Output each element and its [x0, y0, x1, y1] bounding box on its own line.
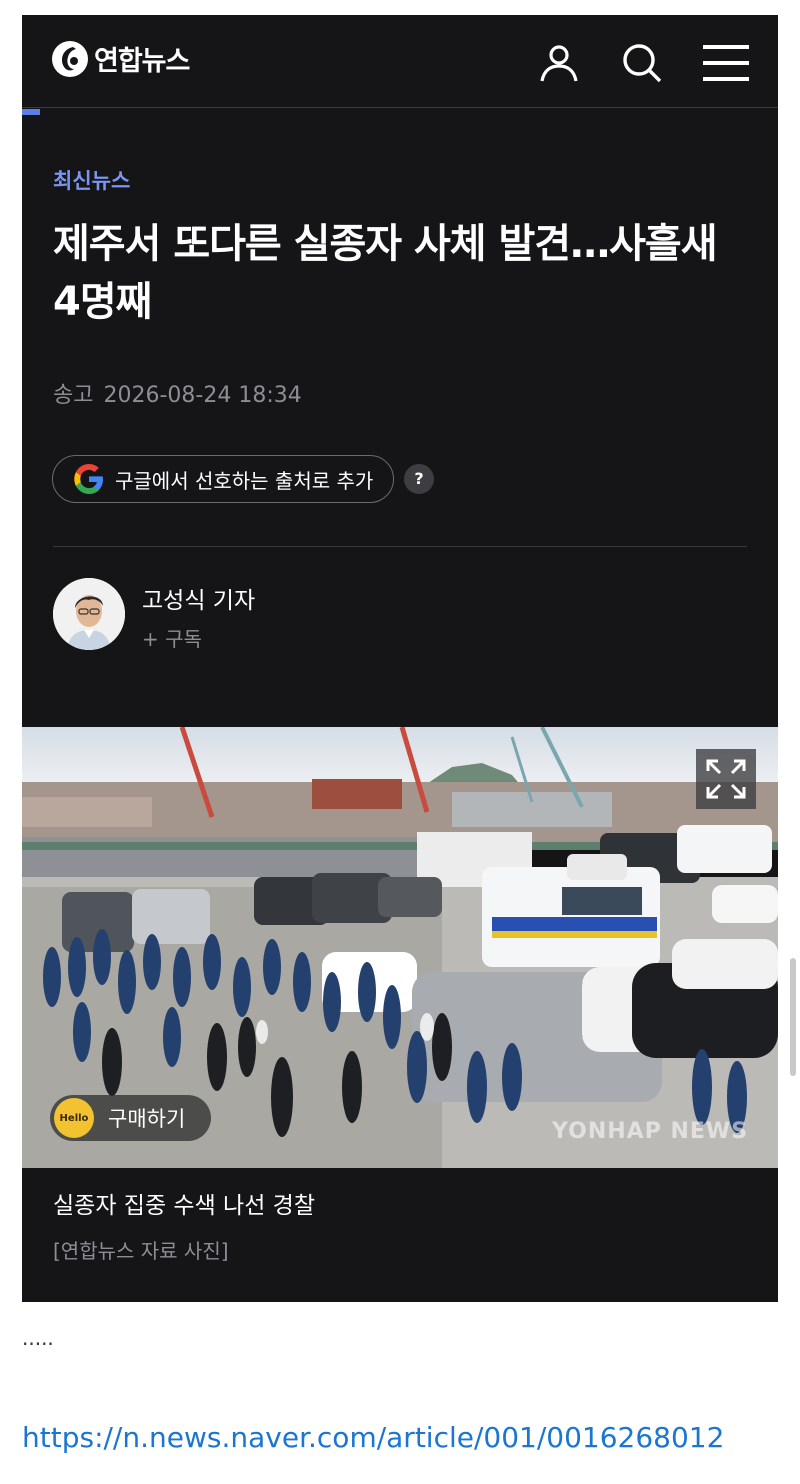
logo[interactable]: 연합뉴스 [52, 39, 190, 78]
user-icon[interactable] [537, 41, 581, 85]
help-icon[interactable]: ? [404, 464, 434, 494]
logo-text: 연합뉴스 [94, 46, 190, 77]
section-label[interactable]: 최신뉴스 [53, 165, 130, 195]
yonhap-logo-icon [52, 40, 88, 77]
photo-credit: [연합뉴스 자료 사진] [53, 1239, 229, 1263]
reporter-avatar[interactable] [53, 578, 125, 650]
watermark-text: YONHAP NEWS [552, 1119, 749, 1144]
watermark: YONHAP NEWS [552, 1119, 748, 1144]
date-label: 송고 [53, 383, 94, 408]
scrollbar[interactable] [790, 958, 796, 1076]
publish-date: 송고 2026-08-24 18:34 [53, 377, 302, 409]
buy-photo-button[interactable]: Hello 구매하기 [50, 1095, 212, 1141]
article-photo[interactable]: Hello 구매하기 YONHAP NEWS [22, 727, 778, 1168]
top-bar: 연합뉴스 [22, 15, 778, 108]
hello-badge-icon: Hello [54, 1098, 94, 1138]
buy-photo-label: 구매하기 [108, 1107, 186, 1131]
headline: 제주서 또다른 실종자 사체 발견…사흘새 4명째 [53, 221, 718, 325]
google-icon [74, 464, 103, 494]
body-text: ..... [22, 1326, 54, 1350]
google-preferred-source-button[interactable]: 구글에서 선호하는 출처로 추가 [52, 455, 395, 503]
menu-icon[interactable] [702, 41, 750, 85]
article-link[interactable]: https://n.news.naver.com/article/001/001… [22, 1421, 724, 1454]
date-value: 2026-08-24 18:34 [103, 383, 302, 408]
reporter-name[interactable]: 고성식 기자 [142, 581, 255, 615]
divider [53, 546, 747, 547]
photo-caption: 실종자 집중 수색 나선 경찰 [53, 1193, 316, 1219]
expand-icon[interactable] [696, 749, 756, 809]
search-icon[interactable] [620, 41, 664, 85]
subscribe-button[interactable]: + 구독 [142, 623, 202, 652]
google-pref-label: 구글에서 선호하는 출처로 추가 [115, 468, 374, 493]
article-card: 연합뉴스 최신뉴스 제주서 또다른 실종자 사체 발견…사흘새 4명째 송고 20… [22, 15, 778, 1302]
reading-progress-bar [22, 109, 40, 115]
